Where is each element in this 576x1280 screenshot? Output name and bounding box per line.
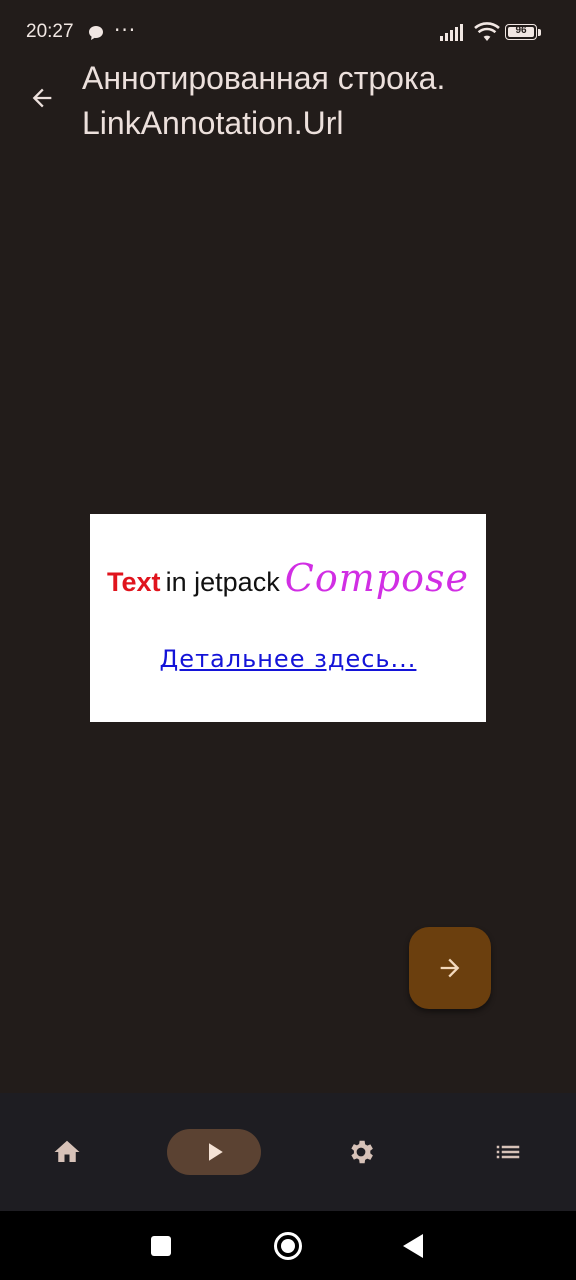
nav-item-play[interactable] xyxy=(142,1093,286,1211)
play-icon xyxy=(209,1143,223,1161)
top-app-bar: Аннотированная строка. LinkAnnotation.Ur… xyxy=(0,60,576,150)
arrow-back-icon xyxy=(32,88,52,108)
status-bar: 20:27 ··· 96 xyxy=(0,0,576,64)
home-icon xyxy=(54,1140,80,1162)
bottom-navigation xyxy=(0,1093,576,1211)
recents-button[interactable] xyxy=(136,1229,186,1263)
word-text: Text xyxy=(107,567,161,597)
home-circle-icon xyxy=(274,1232,302,1260)
back-system-button[interactable] xyxy=(388,1229,438,1263)
recents-icon xyxy=(151,1236,171,1256)
battery-level: 96 xyxy=(515,24,527,36)
nav-item-list[interactable] xyxy=(436,1093,576,1211)
next-fab-button[interactable] xyxy=(409,927,491,1009)
battery-tip xyxy=(538,29,541,36)
nav-item-settings[interactable] xyxy=(289,1093,433,1211)
status-time: 20:27 xyxy=(26,21,74,42)
settings-icon xyxy=(351,1140,373,1164)
nav-item-home[interactable] xyxy=(0,1093,139,1211)
home-system-button[interactable] xyxy=(263,1229,313,1263)
wifi-icon xyxy=(474,22,500,41)
back-triangle-icon xyxy=(403,1234,423,1258)
system-navigation-bar xyxy=(0,1211,576,1280)
status-overflow: ··· xyxy=(114,18,137,42)
battery-icon: 96 xyxy=(505,24,537,40)
arrow-forward-icon xyxy=(440,958,460,978)
chat-bubble-icon xyxy=(89,26,103,40)
annotated-text-card xyxy=(90,514,486,722)
signal-icon xyxy=(440,24,463,41)
back-button[interactable] xyxy=(20,76,64,120)
list-icon xyxy=(496,1145,520,1159)
word-compose: Compose xyxy=(284,556,469,600)
details-link[interactable]: Детальнее здесь... xyxy=(0,645,576,673)
styled-text-line: Text in jetpack Compose xyxy=(0,556,576,600)
word-in-jetpack: in jetpack xyxy=(165,567,280,597)
page-title: Аннотированная строка. LinkAnnotation.Ur… xyxy=(82,60,446,141)
